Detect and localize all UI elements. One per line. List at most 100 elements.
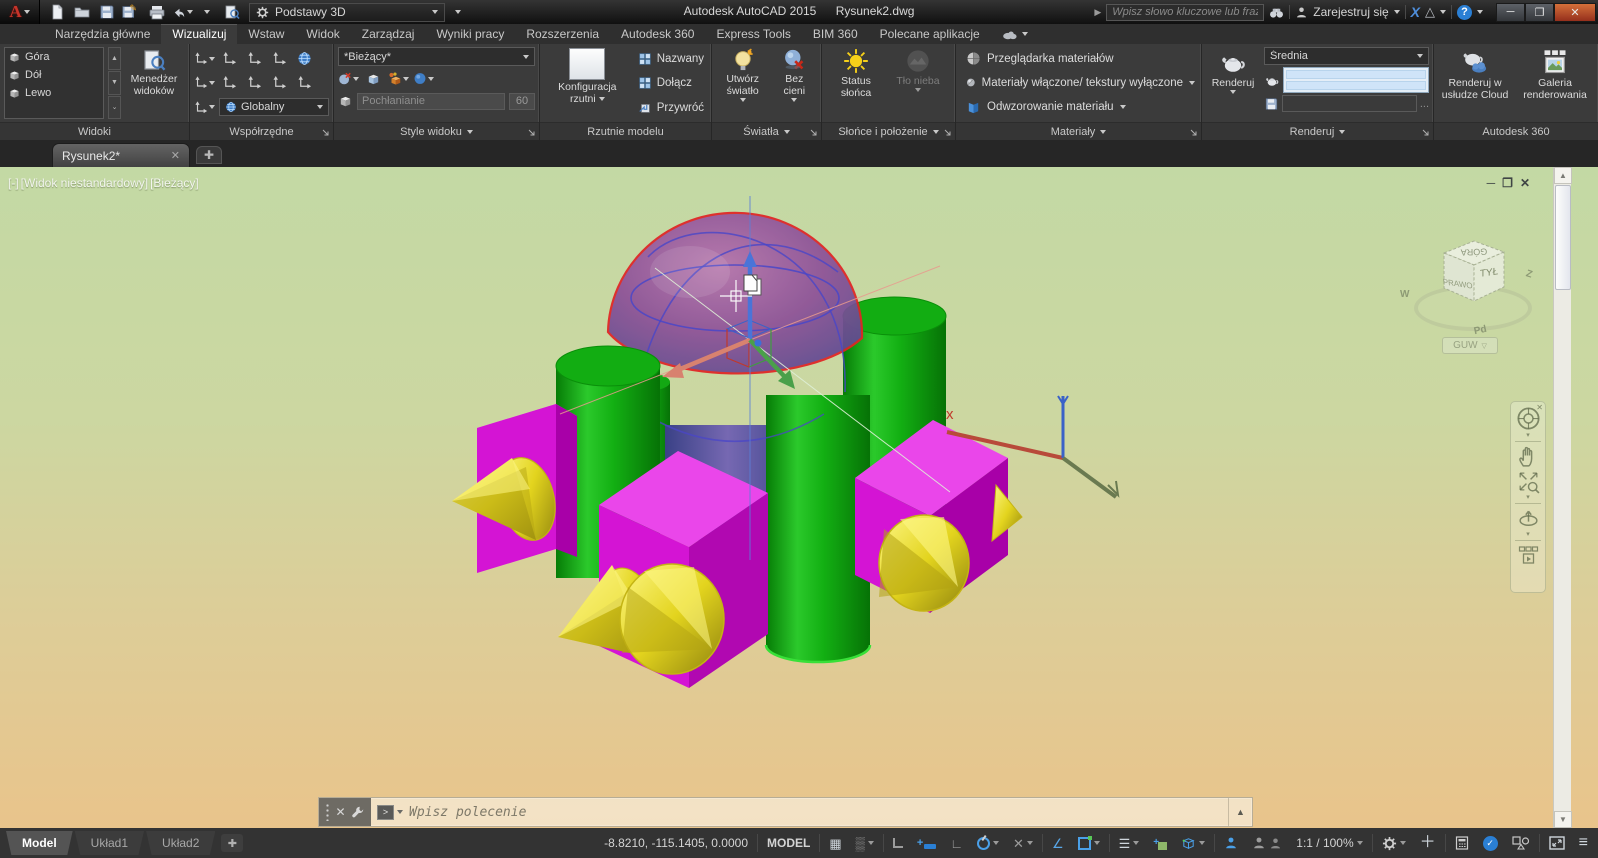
ucs-z-axis-button[interactable] xyxy=(269,73,290,93)
restore-button[interactable]: ❐ xyxy=(1525,3,1554,22)
pan-hand-icon[interactable] xyxy=(1516,444,1541,469)
gizmo-center-grip[interactable] xyxy=(755,340,762,347)
materials-toggle-button[interactable]: Materiały włączone/ tekstury wyłączone xyxy=(964,71,1197,94)
panel-launcher-icon[interactable] xyxy=(944,129,952,137)
render-button[interactable]: Renderuj xyxy=(1206,47,1260,119)
panel-launcher-icon[interactable] xyxy=(528,129,536,137)
ucs-view-button[interactable] xyxy=(294,49,315,69)
ucs-previous-button[interactable] xyxy=(219,73,240,93)
panel-launcher-icon[interactable] xyxy=(810,129,818,137)
view-item-gora[interactable]: Góra xyxy=(5,48,103,66)
vp-minimize-icon[interactable]: ─ xyxy=(1487,176,1496,190)
minimize-button[interactable]: ─ xyxy=(1496,3,1525,22)
coordinates-display[interactable]: -8.8210, -115.1405, 0.0000 xyxy=(597,828,755,858)
tab-zarzadzaj[interactable]: Zarządzaj xyxy=(351,24,426,44)
panel-launcher-icon[interactable] xyxy=(1422,129,1430,137)
vp-restore-icon[interactable]: ❐ xyxy=(1502,176,1513,190)
customization-button[interactable]: ≡ xyxy=(1572,828,1598,858)
create-light-button[interactable]: Utwórz światło xyxy=(718,47,768,119)
file-tab-close-icon[interactable]: ✕ xyxy=(171,149,180,162)
app-logo[interactable]: A xyxy=(0,0,40,24)
material-browser-button[interactable]: Przeglądarka materiałów xyxy=(964,47,1197,70)
grip-dots-icon[interactable] xyxy=(325,803,330,821)
tab-narzedzia-glowne[interactable]: Narzędzia główne xyxy=(44,24,161,44)
render-output-icon[interactable] xyxy=(1264,97,1279,111)
wheel-caret-icon[interactable]: ▾ xyxy=(1526,432,1530,439)
isometric-drafting-toggle[interactable]: ∟ xyxy=(943,828,970,858)
view-item-lewo[interactable]: Lewo xyxy=(5,84,103,102)
object-snap-tracking-toggle[interactable] xyxy=(970,828,1006,858)
ucs-select-dropdown[interactable]: Globalny xyxy=(219,98,329,116)
sky-background-button[interactable]: Tło nieba xyxy=(890,47,946,119)
panel-title-swiatla[interactable]: Światła xyxy=(712,122,821,140)
view-cube[interactable]: W Pd Z GÓRA TYŁ PRAWO GUW ▽ xyxy=(1398,207,1548,359)
lineweight-display-toggle[interactable]: ☰ xyxy=(1112,828,1147,858)
panel-title-a360[interactable]: Autodesk 360 xyxy=(1434,122,1598,140)
green-cylinder-back-right[interactable] xyxy=(843,297,946,516)
render-window-icon[interactable] xyxy=(1264,73,1280,88)
tab-wstaw[interactable]: Wstaw xyxy=(237,24,295,44)
search-icon[interactable] xyxy=(1269,4,1284,19)
panel-title-widoki[interactable]: Widoki xyxy=(0,122,189,140)
qat-customize-button[interactable] xyxy=(447,3,469,22)
absorption-value[interactable]: 60 xyxy=(509,93,535,110)
isolines-button[interactable] xyxy=(338,69,359,89)
render-quality-dropdown[interactable]: Średnia xyxy=(1264,47,1429,65)
zoom-caret-icon[interactable]: ▾ xyxy=(1526,494,1530,501)
lineweight-angle-toggle[interactable]: ∠ xyxy=(1045,828,1071,858)
plot-preview-button[interactable] xyxy=(221,3,243,22)
no-shadows-button[interactable]: Bez cieni xyxy=(773,47,815,119)
gizmo-y-arrow[interactable] xyxy=(778,370,795,389)
views-list[interactable]: Góra Dół Lewo xyxy=(4,47,104,119)
scrollbar-thumb[interactable] xyxy=(1555,185,1571,290)
viewport-view-label[interactable]: [Widok niestandardowy] xyxy=(21,176,148,190)
exchange-apps-icon[interactable]: X xyxy=(1411,4,1420,20)
graphics-performance-button[interactable]: ✓ xyxy=(1476,828,1505,858)
tab-autodesk-360[interactable]: Autodesk 360 xyxy=(610,24,705,44)
sign-in-button[interactable]: Zarejestruj się xyxy=(1313,5,1388,19)
new-file-button[interactable] xyxy=(46,3,68,22)
compass-west-label[interactable]: W xyxy=(1400,289,1409,300)
render-gallery-button[interactable]: Galeria renderowania xyxy=(1516,47,1594,119)
command-input[interactable] xyxy=(409,798,1228,826)
viewport-config-button[interactable]: Konfiguracja rzutni xyxy=(544,47,631,119)
command-line-grip[interactable]: ✕ xyxy=(319,798,371,826)
panel-title-renderuj[interactable]: Renderuj xyxy=(1202,122,1433,140)
scroll-down-icon[interactable]: ▼ xyxy=(108,71,121,94)
quick-properties-button[interactable] xyxy=(1448,828,1476,858)
green-cylinder-front-right[interactable] xyxy=(766,395,870,662)
compass-east-label[interactable]: Z xyxy=(1524,268,1533,280)
vp-close-icon[interactable]: ✕ xyxy=(1520,176,1530,190)
viewcube-cube[interactable]: GÓRA TYŁ PRAWO xyxy=(1436,235,1510,307)
material-mapping-button[interactable]: Odwzorowanie materiału xyxy=(964,96,1197,119)
tab-widok[interactable]: Widok xyxy=(295,24,350,44)
tab-polecane-aplikacje[interactable]: Polecane aplikacje xyxy=(869,24,991,44)
command-close-icon[interactable]: ✕ xyxy=(335,805,345,819)
edge-color-button[interactable] xyxy=(388,69,409,89)
orbit-caret-icon[interactable]: ▾ xyxy=(1526,531,1530,538)
view-item-dol[interactable]: Dół xyxy=(5,66,103,84)
scroll-up-arrow[interactable]: ▲ xyxy=(1554,167,1572,184)
ucs-object-button[interactable] xyxy=(244,73,265,93)
workspace-switching-button[interactable] xyxy=(1375,828,1413,858)
infocenter-expand-icon[interactable]: ▶ xyxy=(1094,7,1101,18)
magenta-box-center[interactable] xyxy=(558,451,768,688)
tab-uklad2[interactable]: Układ2 xyxy=(146,831,215,855)
plot-button[interactable] xyxy=(146,3,168,22)
yellow-cone-right-front[interactable] xyxy=(879,515,969,611)
magenta-box-right[interactable] xyxy=(855,420,1022,613)
recent-commands-icon[interactable]: > xyxy=(377,805,394,820)
navbar-close-icon[interactable]: ✕ xyxy=(1536,403,1543,412)
zoom-extents-icon[interactable] xyxy=(1516,469,1541,494)
help-icon[interactable]: ? xyxy=(1457,5,1472,20)
model-space-toggle[interactable]: MODEL xyxy=(760,828,817,858)
xray-button[interactable] xyxy=(413,69,434,89)
compass-south-label[interactable]: Pd xyxy=(1473,324,1488,337)
scroll-down-arrow[interactable]: ▼ xyxy=(1554,811,1572,828)
isolate-objects-button[interactable] xyxy=(1505,828,1537,858)
tab-bim-360[interactable]: BIM 360 xyxy=(802,24,869,44)
viewport-restore-button[interactable]: Przywróć xyxy=(635,96,707,119)
panel-launcher-icon[interactable] xyxy=(322,129,330,137)
tab-model[interactable]: Model xyxy=(6,831,73,855)
dome-sphere-selected[interactable] xyxy=(608,213,862,441)
